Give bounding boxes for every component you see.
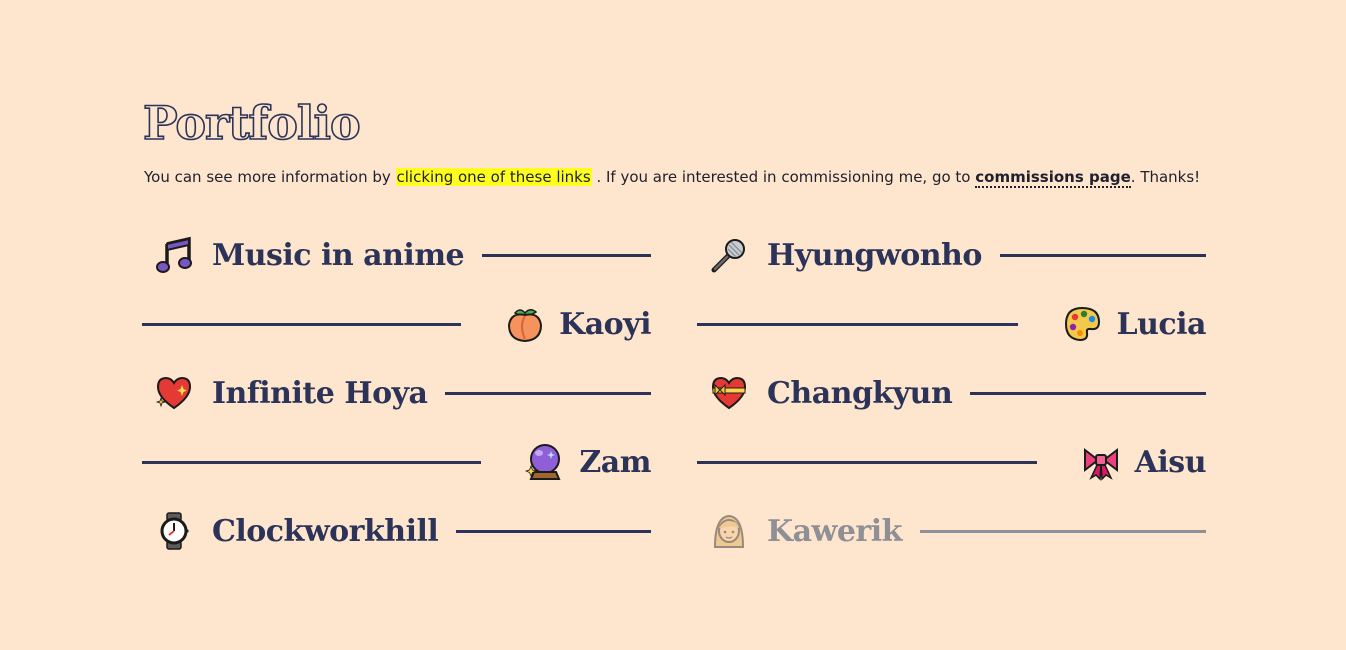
- portfolio-item-label: Lucia: [1116, 306, 1206, 342]
- divider-line: [142, 460, 482, 464]
- portfolio-item-changkyun[interactable]: Changkyun: [697, 375, 1206, 411]
- microphone-icon: [705, 231, 753, 279]
- divider-line: [919, 529, 1206, 533]
- portfolio-item-zam[interactable]: Zam: [142, 444, 651, 480]
- divider-line: [482, 253, 651, 257]
- portfolio-item-music-in-anime[interactable]: Music in anime: [142, 236, 651, 273]
- portfolio-item-aisu[interactable]: Aisu: [697, 444, 1207, 481]
- intro-text-before: You can see more information by: [144, 168, 396, 186]
- divider-line: [456, 529, 651, 533]
- portfolio-item-kaoyi[interactable]: Kaoyi: [142, 306, 651, 343]
- divider-line: [697, 322, 1019, 326]
- portfolio-item-lucia[interactable]: Lucia: [697, 306, 1206, 342]
- portfolio-item-label: Hyungwonho: [767, 237, 982, 273]
- divider-line: [142, 322, 462, 326]
- sparkling-heart-icon: [150, 369, 198, 417]
- peach-icon: [501, 300, 549, 348]
- portfolio-item-hyungwonho[interactable]: Hyungwonho: [697, 237, 1206, 273]
- portfolio-item-label: Kawerik: [767, 513, 902, 549]
- ribbon-bow-icon: [1077, 438, 1125, 486]
- portfolio-item-label: Aisu: [1134, 444, 1207, 480]
- intro-text-middle: . If you are interested in commissioning…: [591, 168, 976, 186]
- divider-line: [970, 391, 1206, 395]
- divider-line: [445, 391, 651, 395]
- portfolio-item-label: Kaoyi: [559, 306, 651, 342]
- musical-notes-icon: [150, 231, 198, 279]
- portfolio-item-label: Zam: [579, 444, 651, 480]
- portfolio-item-kawerik[interactable]: Kawerik: [697, 513, 1206, 549]
- portfolio-item-label: Changkyun: [767, 375, 953, 411]
- portfolio-item-label: Infinite Hoya: [212, 375, 428, 411]
- woman-icon: [705, 507, 753, 555]
- commissions-page-link[interactable]: commissions page: [975, 168, 1131, 188]
- palette-icon: [1058, 300, 1106, 348]
- heart-with-ribbon-icon: [705, 369, 753, 417]
- portfolio-grid: Music in anime Hyungwonho Kaoyi Lucia In…: [142, 236, 1207, 550]
- page-title: Portfolio: [142, 95, 361, 151]
- portfolio-item-label: Music in anime: [212, 237, 465, 273]
- crystal-ball-icon: [521, 438, 569, 486]
- portfolio-item-infinite-hoya[interactable]: Infinite Hoya: [142, 375, 651, 411]
- divider-line: [999, 253, 1206, 257]
- wristwatch-icon: [150, 507, 198, 555]
- portfolio-links-highlight[interactable]: clicking one of these links: [395, 168, 592, 186]
- intro-text-after: . Thanks!: [1130, 168, 1201, 186]
- intro-text: You can see more information by clicking…: [144, 166, 1200, 188]
- portfolio-item-label: Clockworkhill: [212, 513, 439, 549]
- portfolio-item-clockworkhill[interactable]: Clockworkhill: [142, 512, 651, 550]
- divider-line: [697, 460, 1037, 464]
